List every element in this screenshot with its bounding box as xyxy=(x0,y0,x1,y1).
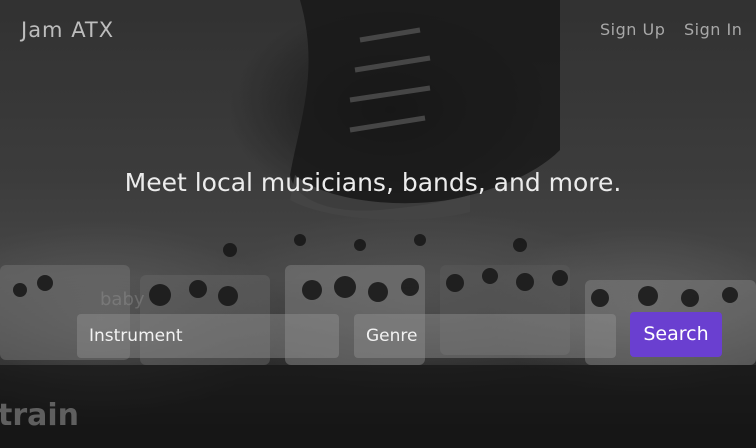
search-button[interactable]: Search xyxy=(630,312,722,357)
dark-overlay xyxy=(0,0,756,448)
hero-headline: Meet local musicians, bands, and more. xyxy=(124,168,622,197)
brand-logo-link[interactable]: Jam ATX xyxy=(21,17,114,43)
hero-section: train baby Jam ATX Sign Up Sign In Meet … xyxy=(0,0,756,448)
sign-in-link[interactable]: Sign In xyxy=(684,19,742,41)
search-form: Search xyxy=(0,312,756,360)
genre-input[interactable] xyxy=(354,314,616,358)
top-navbar: Jam ATX Sign Up Sign In xyxy=(0,0,756,60)
instrument-input[interactable] xyxy=(77,314,339,358)
sign-up-link[interactable]: Sign Up xyxy=(600,19,665,41)
